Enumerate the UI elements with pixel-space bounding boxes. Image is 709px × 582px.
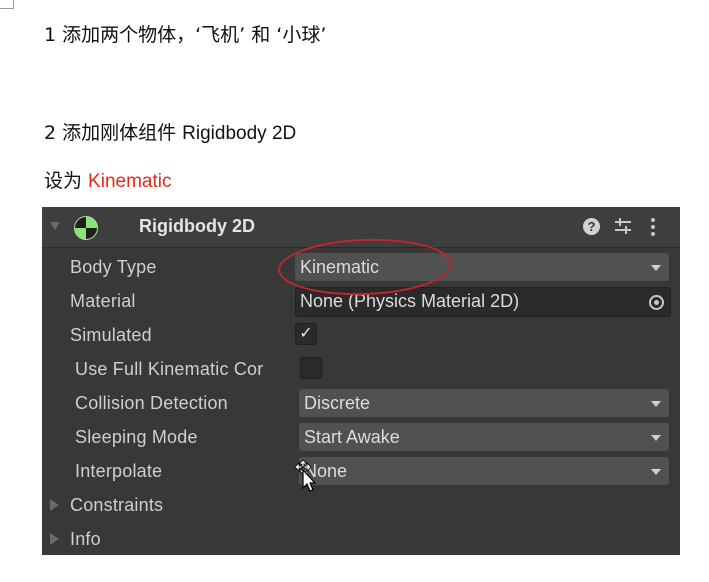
rigidbody2d-icon [74,216,98,240]
body-type-label: Body Type [70,257,157,277]
instruction-step-3-text: 设为 [44,170,89,192]
document-corner-mark [0,0,14,9]
collision-detection-label: Collision Detection [75,393,228,413]
use-full-kinematic-contacts-label: Use Full Kinematic Cor [75,359,264,379]
object-picker-icon[interactable] [642,288,670,316]
help-icon[interactable]: ? [583,218,600,235]
sleeping-mode-dropdown[interactable]: Start Awake [299,423,669,451]
collision-detection-value: Discrete [304,393,371,413]
simulated-checkbox[interactable]: ✓ [295,323,317,345]
collision-detection-row: Collision Detection Discrete [42,387,680,421]
move-cursor-icon [294,459,317,492]
instruction-step-2-text: 2 添加刚体组件 [44,122,183,144]
interpolate-row: Interpolate None [42,455,680,489]
sleeping-mode-row: Sleeping Mode Start Awake [42,421,680,455]
interpolate-label: Interpolate [75,461,163,481]
collision-detection-dropdown[interactable]: Discrete [299,389,669,417]
use-full-kinematic-contacts-checkbox[interactable] [300,357,322,379]
interpolate-dropdown[interactable]: None [299,457,669,485]
sleeping-mode-label: Sleeping Mode [75,427,198,447]
constraints-label: Constraints [70,495,164,515]
sleeping-mode-value: Start Awake [304,427,400,447]
dropdown-arrow-icon [651,469,661,475]
instruction-step-3: 设为 Kinematic [44,166,171,193]
instruction-step-1: 1 添加两个物体，‘飞机’ 和 ‘小球’ [44,24,327,46]
dropdown-arrow-icon [651,435,661,441]
use-full-kinematic-contacts-row: Use Full Kinematic Cor [42,353,680,387]
simulated-row: Simulated ✓ [42,319,680,353]
instruction-step-3-value: Kinematic [88,171,172,192]
info-label: Info [70,529,101,549]
dropdown-arrow-icon [651,265,661,271]
foldout-expanded-icon[interactable] [50,222,60,230]
dropdown-arrow-icon [651,401,661,407]
material-label: Material [70,291,136,311]
preset-icon[interactable] [613,216,633,236]
instruction-step-2-component: Rigidbody 2D [182,123,297,144]
rigidbody2d-inspector-panel: Rigidbody 2D ? Body Type Kinematic Mater… [42,207,680,555]
instruction-step-2: 2 添加刚体组件 Rigidbody 2D [44,118,296,145]
info-foldout[interactable]: Info [42,523,680,557]
constraints-foldout[interactable]: Constraints [42,489,680,523]
foldout-collapsed-icon[interactable] [50,499,59,511]
simulated-label: Simulated [70,325,152,345]
foldout-collapsed-icon[interactable] [50,533,59,545]
context-menu-icon[interactable] [648,216,658,238]
component-title: Rigidbody 2D [139,216,255,236]
